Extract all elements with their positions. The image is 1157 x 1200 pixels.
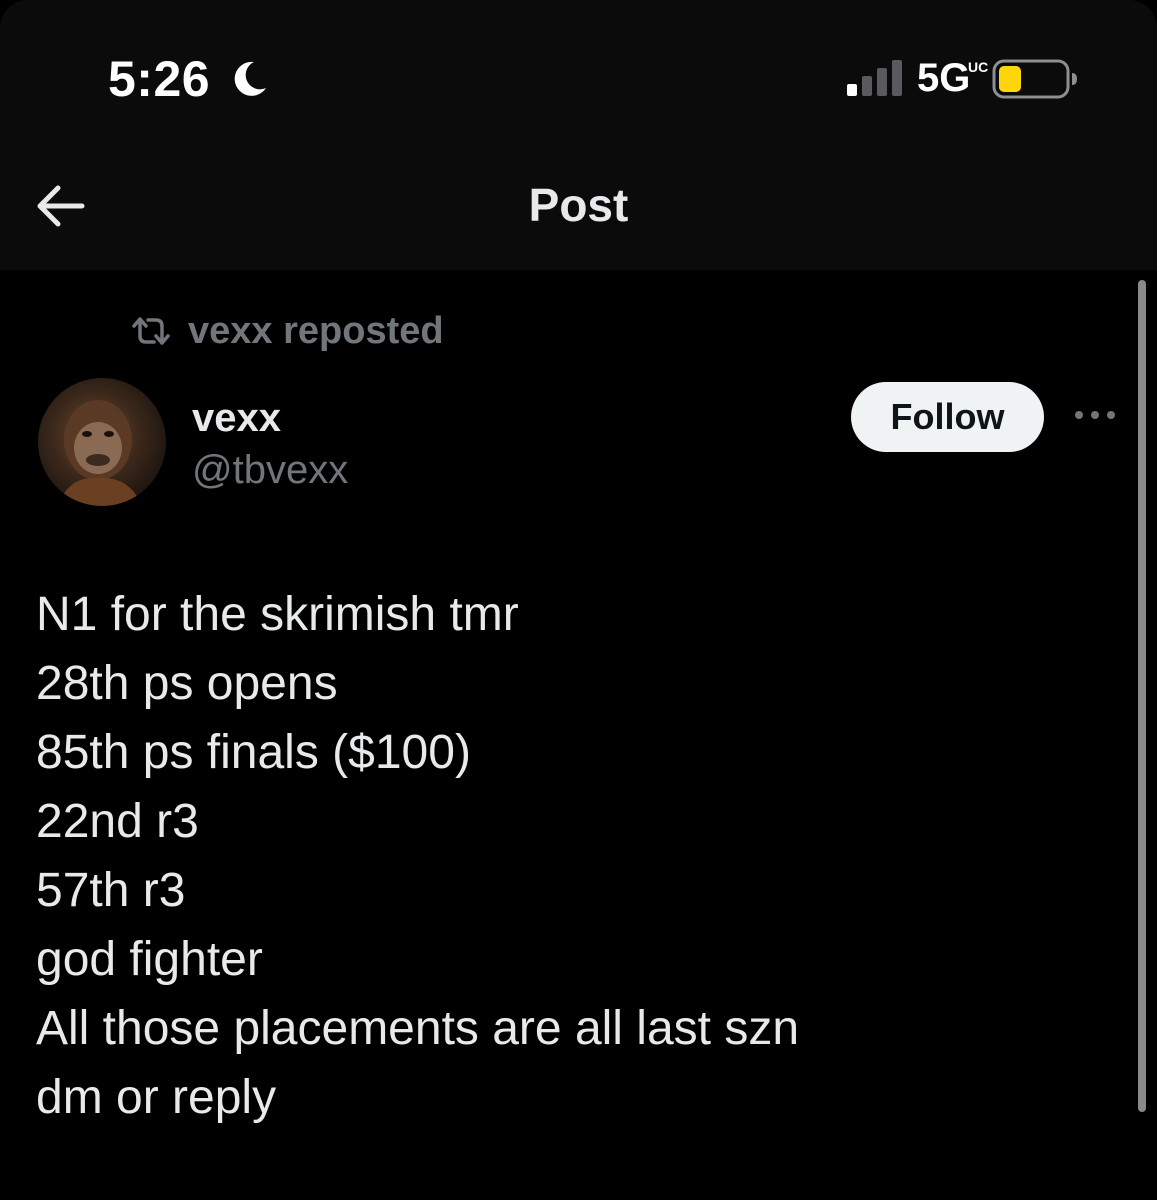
post-line: 57th r3 [36, 864, 186, 917]
signal-icon [847, 60, 902, 96]
scrollbar[interactable] [1138, 280, 1146, 1112]
signal-bar [847, 84, 857, 96]
follow-button[interactable]: Follow [851, 382, 1044, 452]
battery-icon [992, 59, 1077, 99]
signal-bar [862, 76, 872, 96]
network-label: 5G [917, 56, 971, 100]
avatar[interactable] [38, 378, 166, 506]
signal-bar [892, 60, 902, 96]
repost-indicator: vexx reposted [130, 310, 444, 352]
moon-icon [234, 61, 266, 96]
author-handle[interactable]: @tbvexx [192, 448, 348, 493]
post-line: 28th ps opens [36, 657, 338, 710]
post-text: N1 for the skrimish tmr 28th ps opens 85… [36, 580, 799, 1132]
status-time: 5:26 [108, 51, 211, 107]
author-display-name[interactable]: vexx [192, 396, 281, 441]
post-line: All those placements are all last szn [36, 1002, 800, 1055]
post-line: 22nd r3 [36, 795, 199, 848]
page-title: Post [528, 179, 629, 231]
repost-label: vexx reposted [188, 309, 444, 352]
post-line: N1 for the skrimish tmr [36, 588, 519, 641]
battery-fill [999, 66, 1021, 92]
post-line: dm or reply [36, 1071, 277, 1124]
repost-icon [132, 317, 170, 345]
avatar-image [58, 400, 142, 506]
post-line: god fighter [36, 933, 263, 986]
top-bar: 5:26 5G UC Post [0, 0, 1157, 270]
signal-bar [877, 68, 887, 96]
more-options-icon[interactable] [1072, 400, 1118, 430]
network-suffix: UC [968, 59, 989, 75]
post-line: 85th ps finals ($100) [36, 726, 471, 779]
